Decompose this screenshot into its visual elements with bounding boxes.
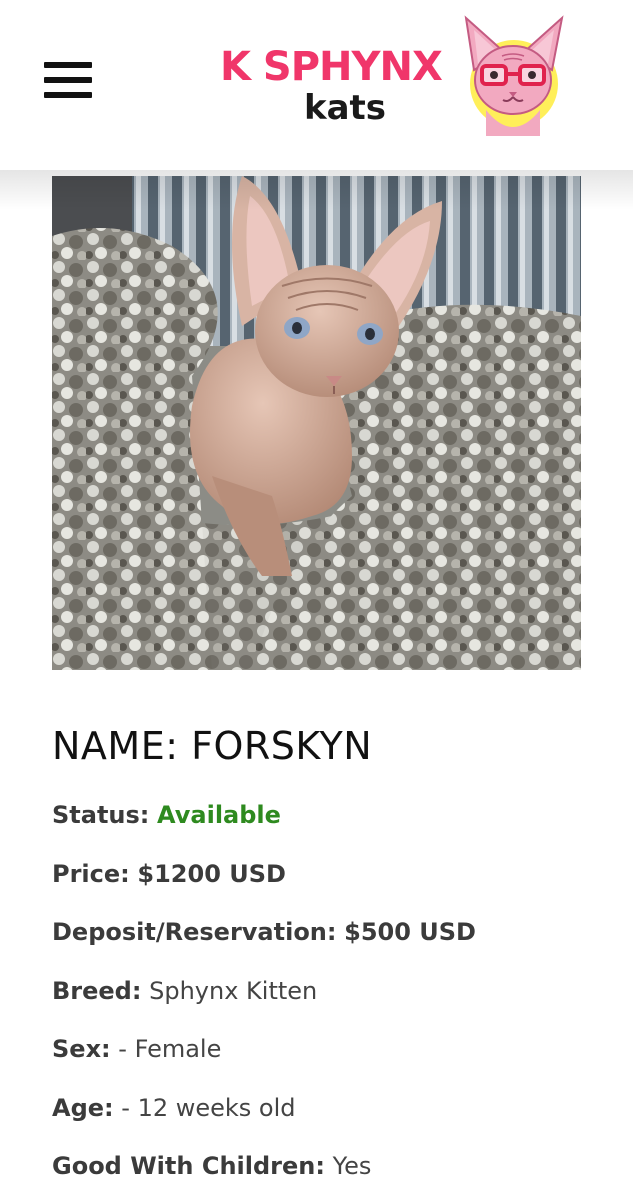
logo-title: K SPHYNX [220,44,443,90]
name-value: FORSKYN [191,724,373,768]
deposit-line: Deposit/Reservation: $500 USD [52,903,612,962]
hamburger-menu-icon[interactable] [44,62,92,102]
menu-bar-top [44,62,92,68]
breed-value: Sphynx Kitten [149,976,318,1005]
status-label: Status: [52,801,150,829]
sex-label: Sex: [52,1035,111,1063]
price-label: Price: [52,859,130,888]
sex-value: - Female [118,1035,222,1063]
sex-line: Sex: - Female [52,1020,612,1079]
menu-bar-bottom [44,92,92,98]
price-line: Price: $1200 USD [52,845,612,904]
menu-bar-middle [44,77,92,83]
breed-label: Breed: [52,976,142,1005]
age-value: - 12 weeks old [121,1093,296,1122]
age-line: Age: - 12 weeks old [52,1079,612,1138]
logo-subtitle: kats [304,88,387,128]
deposit-value: $500 USD [344,918,476,946]
price-value: $1200 USD [137,859,286,888]
breed-line: Breed: Sphynx Kitten [52,962,612,1021]
children-line: Good With Children: Yes [52,1137,612,1196]
sphynx-cat-glasses-icon [464,15,564,136]
status-line: Status: Available [52,786,612,845]
name-label: NAME: [52,724,179,768]
children-label: Good With Children: [52,1152,325,1180]
deposit-label: Deposit/Reservation: [52,918,337,946]
kitten-details: NAME: FORSKYN Status: Available Price: $… [52,716,612,1196]
children-value: Yes [332,1152,372,1180]
site-logo[interactable]: K SPHYNX kats [220,14,570,144]
kitten-photo-illustration [52,176,581,670]
kitten-photo[interactable] [52,176,581,670]
header-shadow [0,170,633,210]
status-value: Available [157,801,281,829]
age-label: Age: [52,1093,114,1122]
kitten-name-heading: NAME: FORSKYN [52,716,612,776]
site-header: K SPHYNX kats [0,0,633,170]
page: K SPHYNX kats NAME: FORSKYN Status: Avai… [0,0,633,1200]
